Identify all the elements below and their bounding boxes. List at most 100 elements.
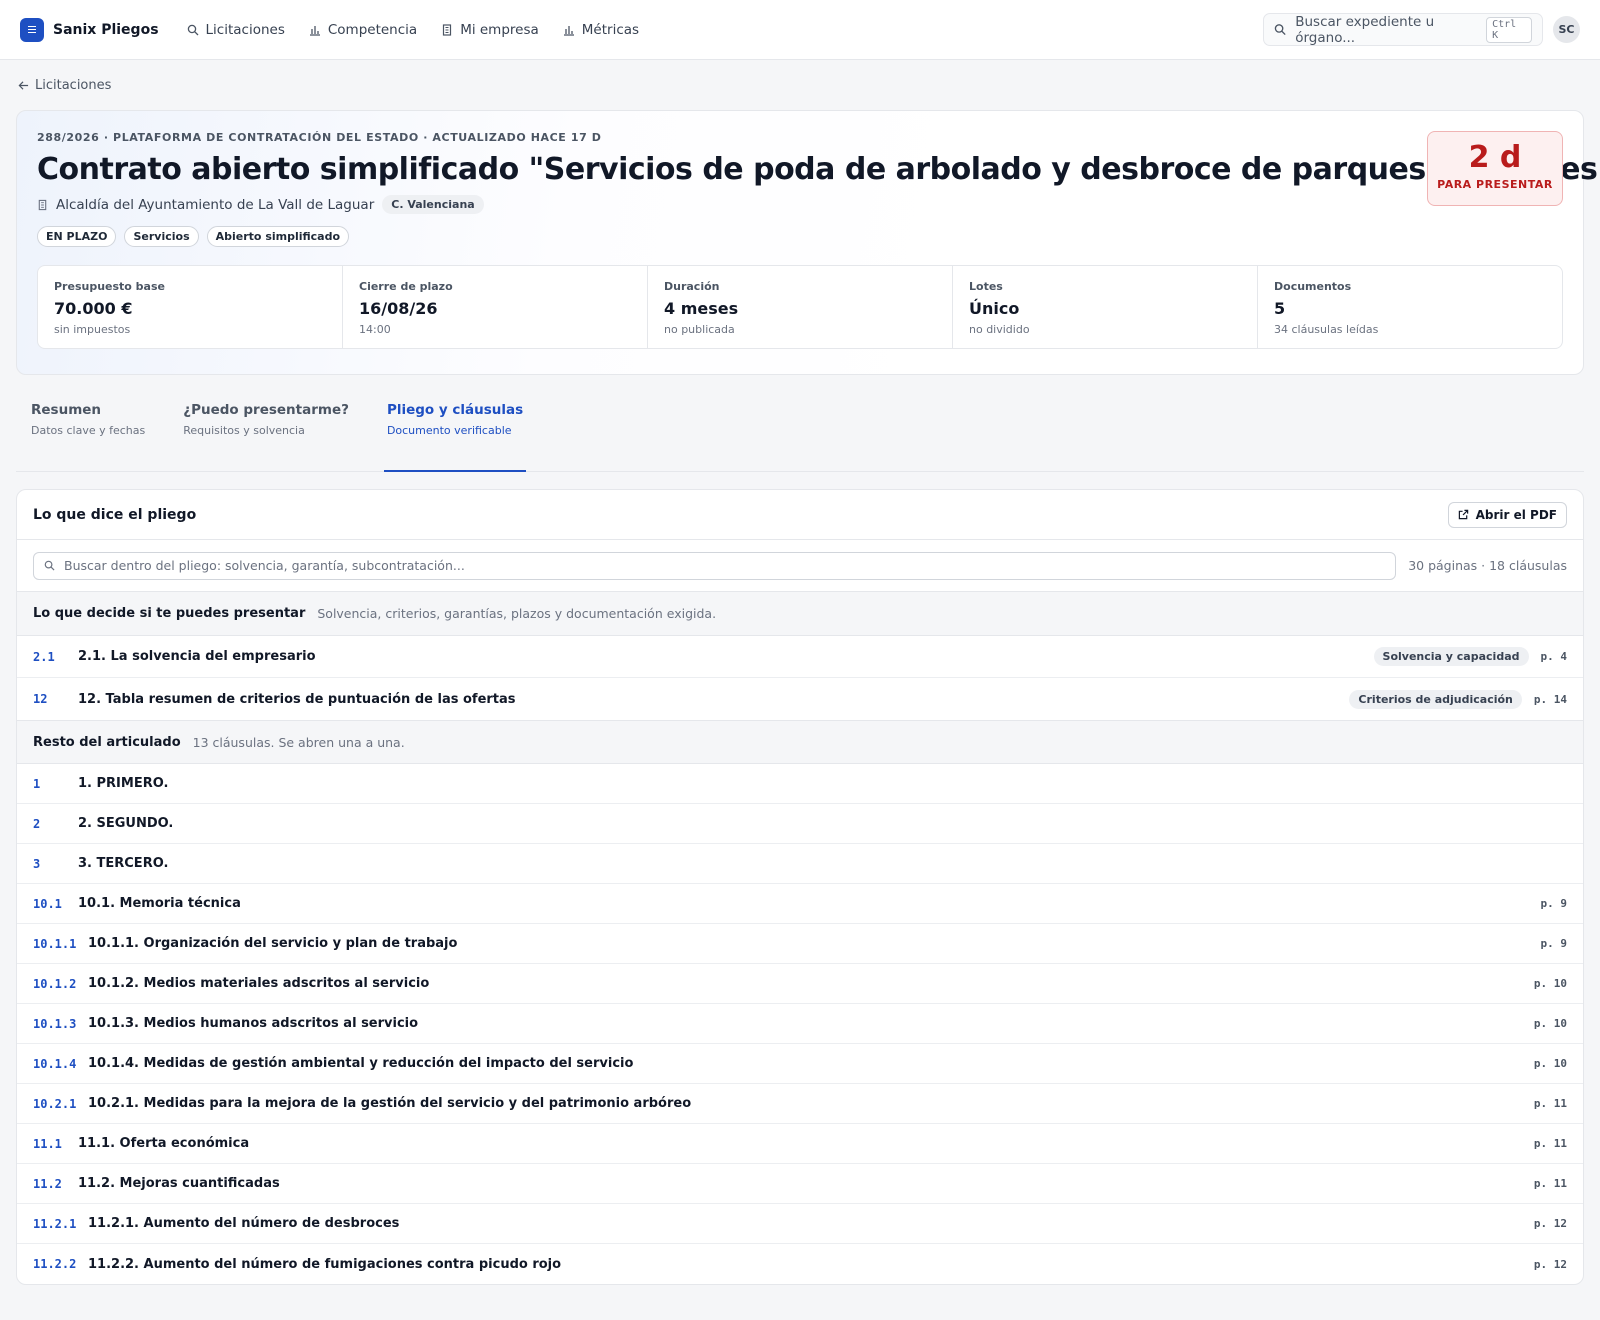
clause-row[interactable]: 1 1. PRIMERO. [17,764,1583,804]
logo-icon[interactable] [20,17,44,42]
keyboard-shortcut: Ctrl K [1486,16,1532,43]
building-icon [443,23,452,36]
nav-item-metricas[interactable]: Métricas [563,22,639,38]
clause-row[interactable]: 10.1.1 10.1.1. Organización del servicio … [17,924,1583,964]
organization-name: Alcaldía del Ayuntamiento de La Vall de … [56,196,375,213]
clause-category-badge: Solvencia y capacidad [1373,647,1529,666]
stat-value: 16/08/26 [359,299,438,318]
clause-number: 10.1 [33,896,62,911]
stat-label: Duración [664,280,720,293]
deadline-label: PARA PRESENTAR [1437,178,1553,191]
stat-sub: no publicada [664,323,735,336]
avatar[interactable]: SC [1553,16,1580,43]
clause-meta: p. 10 [1534,1017,1567,1030]
clause-meta: p. 10 [1534,1057,1567,1070]
clause-title: 12. Tabla resumen de criterios de puntua… [78,691,516,707]
main-nav: Licitaciones Competencia Mi empresa Métr… [187,22,639,38]
clause-row[interactable]: 11.2.2 11.2.2. Aumento del número de fumi… [17,1244,1583,1284]
stat-value: 5 [1274,299,1286,318]
clause-number: 11.2.2 [33,1257,77,1271]
clause-page: p. 9 [1540,897,1568,910]
document-search-input[interactable]: Buscar dentro del pliego: solvencia, gar… [33,551,1397,580]
clause-title: 1. PRIMERO. [78,776,169,791]
clause-page: p. 4 [1540,650,1568,663]
nav-item-competencia[interactable]: Competencia [309,22,417,38]
nav-label: Competencia [327,21,418,38]
clause-title: 11.2.1. Aumento del número de desbroces [88,1216,400,1231]
clause-meta: Solvencia y capacidad p. 4 [1373,647,1568,666]
clause-number: 2 [33,816,41,831]
clause-page: p. 11 [1533,1097,1567,1110]
organization-row: Alcaldía del Ayuntamiento de La Vall de … [37,195,1563,214]
clause-row[interactable]: 3 3. TERCERO. [17,844,1583,884]
clause-category-badge: Criterios de adjudicación [1349,689,1522,709]
clause-row[interactable]: 10.1.3 10.1.3. Medios humanos adscritos a… [17,1004,1583,1044]
clause-number: 10.1.2 [33,976,77,991]
search-icon [1274,24,1286,36]
tab-sub: Documento verificable [386,424,512,437]
status-badge: EN PLAZO [37,226,117,247]
clause-page: p. 12 [1533,1257,1567,1271]
nav-item-licitaciones[interactable]: Licitaciones [187,22,285,38]
document-panel: Lo que dice el pliego Abrir el PDF Busca… [16,489,1584,1285]
tab-sub: Requisitos y solvencia [183,424,305,437]
stat-label: Documentos [1274,280,1352,293]
nav-label: Licitaciones [205,21,285,38]
stat-sub: no dividido [969,323,1030,336]
back-link[interactable]: Licitaciones [16,60,1584,110]
stat-lots: Lotes Único no dividido [953,266,1258,348]
key-clauses-header: Lo que decide si te puedes presentar Sol… [17,592,1583,636]
document-search-row: Buscar dentro del pliego: solvencia, gar… [17,540,1583,592]
stat-sub: 34 cláusulas leídas [1274,323,1379,336]
clause-title: 11.2.2. Aumento del número de fumigacion… [88,1256,562,1272]
clause-number: 12 [33,692,48,706]
tab-pliego-clausulas[interactable]: Pliego y cláusulas Documento verificable [383,397,527,472]
open-pdf-label: Abrir el PDF [1475,507,1557,522]
deadline-badge: 2 d PARA PRESENTAR [1427,131,1563,206]
clause-page: p. 12 [1533,1217,1567,1230]
section-subtitle: Solvencia, criterios, garantías, plazos … [317,606,717,621]
clause-number: 3 [33,856,41,871]
clause-title: 2.1. La solvencia del empresario [78,649,316,664]
key-clause-list: 2.1 2.1. La solvencia del empresario Solve… [17,636,1583,720]
search-icon [187,24,198,35]
tab-puedo-presentarme[interactable]: ¿Puedo presentarme? Requisitos y solvenc… [180,397,352,471]
clause-title: 10.1.2. Medios materiales adscritos al s… [88,976,430,991]
clause-row[interactable]: 2 2. SEGUNDO. [17,804,1583,844]
nav-label: Mi empresa [460,21,539,38]
clause-title: 10.1.3. Medios humanos adscritos al serv… [88,1016,419,1031]
open-pdf-button[interactable]: Abrir el PDF [1447,501,1567,528]
clause-row[interactable]: 11.2 11.2. Mejoras cuantificadas p. 11 [17,1164,1583,1204]
tab-label: Pliego y cláusulas [386,402,524,418]
clause-number: 10.1.3 [33,1016,77,1031]
clause-meta: p. 11 [1534,1137,1567,1150]
rest-clauses-header: Resto del articulado 13 cláusulas. Se ab… [17,720,1583,764]
nav-item-mi-empresa[interactable]: Mi empresa [441,22,539,38]
stat-value: 4 meses [664,299,739,318]
clause-meta: p. 10 [1534,977,1567,990]
tender-tags: EN PLAZO Servicios Abierto simplificado [37,226,1563,247]
global-search-input[interactable]: Buscar expediente u órgano... Ctrl K [1263,13,1543,46]
clause-row[interactable]: 12 12. Tabla resumen de criterios de punt… [17,678,1583,720]
clause-row[interactable]: 11.2.1 11.2.1. Aumento del número de desb… [17,1204,1583,1244]
clause-number: 11.2 [33,1176,62,1191]
clause-meta: p. 12 [1534,1217,1567,1230]
tab-sub: Datos clave y fechas [31,424,146,437]
clause-row[interactable]: 10.1 10.1. Memoria técnica p. 9 [17,884,1583,924]
clause-row[interactable]: 2.1 2.1. La solvencia del empresario Solve… [17,636,1583,678]
clause-title: 10.1. Memoria técnica [78,896,241,911]
tab-resumen[interactable]: Resumen Datos clave y fechas [28,397,148,471]
stat-budget: Presupuesto base 70.000 € sin impuestos [38,266,343,348]
tab-label: ¿Puedo presentarme? [183,402,349,418]
clause-page: p. 10 [1533,1017,1567,1030]
deadline-value: 2 d [1468,140,1522,175]
clause-row[interactable]: 10.1.2 10.1.2. Medios materiales adscrito… [17,964,1583,1004]
clause-row[interactable]: 11.1 11.1. Oferta económica p. 11 [17,1124,1583,1164]
clause-meta: p. 11 [1534,1177,1567,1190]
brand-name[interactable]: Sanix Pliegos [53,22,159,38]
stat-sub: sin impuestos [54,323,131,336]
clause-row[interactable]: 10.1.4 10.1.4. Medidas de gestión ambient… [17,1044,1583,1084]
stat-deadline: Cierre de plazo 16/08/26 14:00 [343,266,648,348]
clause-row[interactable]: 10.2.1 10.2.1. Medidas para la mejora de … [17,1084,1583,1124]
clause-number: 11.1 [33,1136,62,1151]
